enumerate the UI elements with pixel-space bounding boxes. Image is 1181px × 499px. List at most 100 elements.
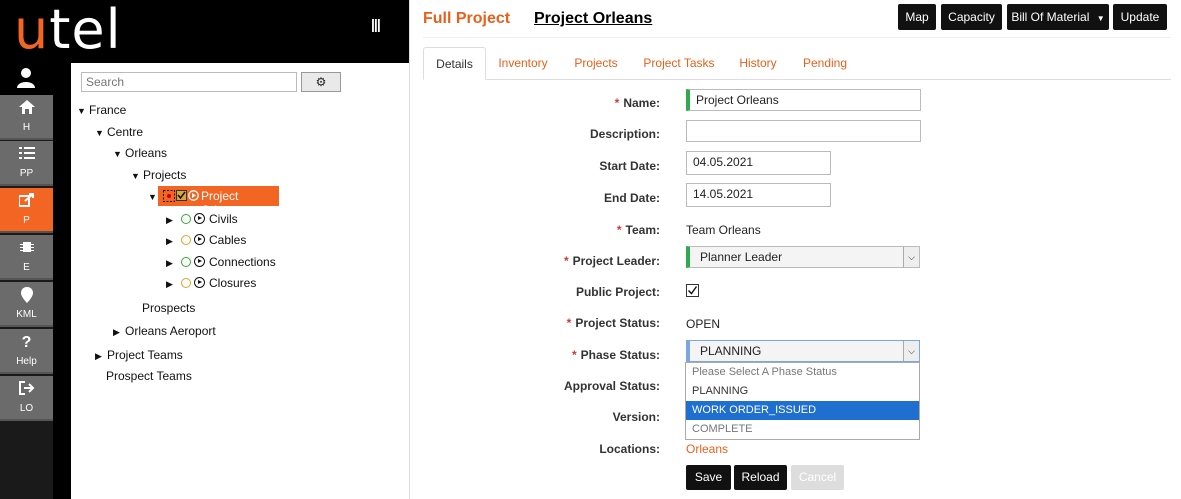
tree-node-projects[interactable]: ▼ Projects bbox=[131, 168, 186, 182]
tree-settings-button[interactable]: ⚙ bbox=[301, 72, 341, 92]
public-project-label: Public Project: bbox=[575, 285, 660, 299]
start-date-field[interactable]: 04.05.2021 bbox=[686, 151, 831, 175]
rail-logout[interactable]: LO bbox=[0, 376, 53, 421]
public-project-checkbox[interactable] bbox=[686, 284, 699, 297]
status-circle-icon bbox=[181, 214, 191, 224]
select-icon bbox=[163, 190, 175, 202]
user-avatar[interactable] bbox=[0, 63, 53, 95]
tree-node-orleans-aeroport[interactable]: ▶ Orleans Aeroport bbox=[113, 324, 216, 338]
list-icon bbox=[0, 141, 53, 168]
menu-toggle-icon[interactable]: ||| bbox=[371, 16, 381, 32]
tree-node-orleans[interactable]: ▼ Orleans bbox=[113, 146, 167, 160]
rail-pp[interactable]: PP bbox=[0, 141, 53, 186]
update-button[interactable]: Update bbox=[1113, 4, 1167, 30]
team-value: Team Orleans bbox=[686, 223, 761, 237]
tab-history[interactable]: History bbox=[733, 47, 783, 80]
tree-node-france[interactable]: ▼ France bbox=[77, 103, 126, 117]
project-leader-select[interactable]: Planner Leader ⌵ bbox=[686, 246, 920, 268]
phase-option[interactable]: COMPLETE bbox=[686, 420, 919, 439]
rail-e[interactable]: E bbox=[0, 235, 53, 280]
collapsed-arrow-icon: ▶ bbox=[166, 236, 173, 246]
header-divider bbox=[423, 37, 1171, 38]
rail-gutter bbox=[53, 63, 71, 499]
tree-node-project-teams[interactable]: ▶ Project Teams bbox=[95, 348, 183, 362]
collapsed-arrow-icon: ▶ bbox=[166, 215, 173, 225]
rail-p[interactable]: P bbox=[0, 188, 53, 233]
tree-node-civils[interactable]: ▶ Civils bbox=[166, 212, 238, 226]
share-icon bbox=[0, 188, 53, 215]
phase-option[interactable]: PLANNING bbox=[686, 382, 919, 401]
description-label: Description: bbox=[589, 127, 660, 141]
phase-status-options: Please Select A Phase Status PLANNING WO… bbox=[685, 362, 920, 440]
description-field[interactable] bbox=[686, 120, 921, 142]
version-label: Version: bbox=[612, 410, 660, 424]
approval-status-label: Approval Status: bbox=[563, 379, 660, 393]
user-icon bbox=[17, 68, 35, 88]
logout-icon bbox=[0, 376, 53, 403]
chevron-down-icon: ⌵ bbox=[903, 341, 919, 361]
end-date-label: End Date: bbox=[603, 191, 660, 205]
tab-project-tasks[interactable]: Project Tasks bbox=[641, 47, 717, 80]
tree-node-prospects[interactable]: Prospects bbox=[142, 301, 195, 315]
caret-down-icon: ▼ bbox=[1096, 14, 1105, 23]
locations-link[interactable]: Orleans bbox=[686, 442, 728, 456]
project-status-value: OPEN bbox=[686, 317, 721, 331]
collapsed-arrow-icon: ▶ bbox=[166, 279, 173, 289]
tab-details[interactable]: Details bbox=[423, 47, 486, 80]
status-circle-icon bbox=[181, 257, 191, 267]
expanded-arrow-icon: ▼ bbox=[95, 128, 104, 138]
question-icon: ? bbox=[21, 334, 32, 351]
tree-node-cables[interactable]: ▶ Cables bbox=[166, 233, 246, 247]
rail-help[interactable]: ? Help bbox=[0, 329, 53, 374]
status-circle-icon bbox=[181, 278, 191, 288]
project-status-label: * Project Status: bbox=[566, 316, 660, 330]
phase-option[interactable]: Please Select A Phase Status bbox=[686, 363, 919, 382]
project-name-heading: Project Orleans bbox=[534, 10, 653, 27]
tab-projects[interactable]: Projects bbox=[568, 47, 624, 80]
play-icon bbox=[194, 213, 205, 224]
tree-node-project-orleans[interactable]: Project Orleans bbox=[158, 186, 279, 217]
capacity-button[interactable]: Capacity bbox=[941, 4, 1002, 30]
chevron-down-icon: ⌵ bbox=[903, 247, 919, 267]
chip-icon bbox=[0, 235, 53, 262]
bill-of-material-dropdown[interactable]: Bill Of Material ▼ bbox=[1007, 4, 1109, 30]
phase-status-select[interactable]: PLANNING ⌵ bbox=[686, 340, 920, 362]
collapsed-arrow-icon: ▶ bbox=[113, 327, 120, 337]
tree-node-connections[interactable]: ▶ Connections bbox=[166, 255, 276, 269]
save-button[interactable]: Save bbox=[686, 465, 731, 490]
tree-search-input[interactable] bbox=[81, 72, 297, 92]
utel-logo: utel bbox=[14, 0, 122, 61]
cancel-button[interactable]: Cancel bbox=[791, 465, 844, 490]
pin-icon bbox=[0, 282, 53, 309]
tab-pending[interactable]: Pending bbox=[798, 47, 852, 80]
status-circle-icon bbox=[181, 235, 191, 245]
collapsed-arrow-icon: ▶ bbox=[166, 258, 173, 268]
locations-label: Locations: bbox=[599, 442, 660, 456]
checkbox-icon bbox=[176, 190, 187, 201]
expanded-arrow-icon: ▼ bbox=[131, 171, 140, 181]
gear-icon: ⚙ bbox=[315, 75, 327, 89]
phase-option-highlighted[interactable]: WORK ORDER_ISSUED bbox=[686, 401, 919, 420]
name-label: * Name: bbox=[614, 96, 660, 110]
tree-node-prospect-teams[interactable]: Prospect Teams bbox=[106, 369, 192, 383]
play-icon bbox=[194, 277, 205, 288]
play-icon bbox=[194, 234, 205, 245]
map-button[interactable]: Map bbox=[898, 4, 936, 30]
play-icon bbox=[188, 190, 199, 201]
end-date-field[interactable]: 14.05.2021 bbox=[686, 183, 831, 207]
play-icon bbox=[194, 256, 205, 267]
tree-node-closures[interactable]: ▶ Closures bbox=[166, 276, 256, 290]
tab-inventory[interactable]: Inventory bbox=[494, 47, 552, 80]
rail-home[interactable]: H bbox=[0, 95, 53, 140]
name-field[interactable]: Project Orleans bbox=[686, 89, 921, 111]
collapsed-arrow-icon: ▶ bbox=[95, 351, 102, 361]
home-icon bbox=[0, 95, 53, 122]
expanded-arrow-icon: ▼ bbox=[113, 149, 122, 159]
phase-status-label: * Phase Status: bbox=[571, 348, 660, 362]
team-label: * Team: bbox=[616, 223, 660, 237]
rail-kml[interactable]: KML bbox=[0, 282, 53, 327]
project-leader-label: * Project Leader: bbox=[563, 254, 660, 268]
reload-button[interactable]: Reload bbox=[734, 465, 787, 490]
tree-node-centre[interactable]: ▼ Centre bbox=[95, 125, 143, 139]
start-date-label: Start Date: bbox=[599, 159, 660, 173]
